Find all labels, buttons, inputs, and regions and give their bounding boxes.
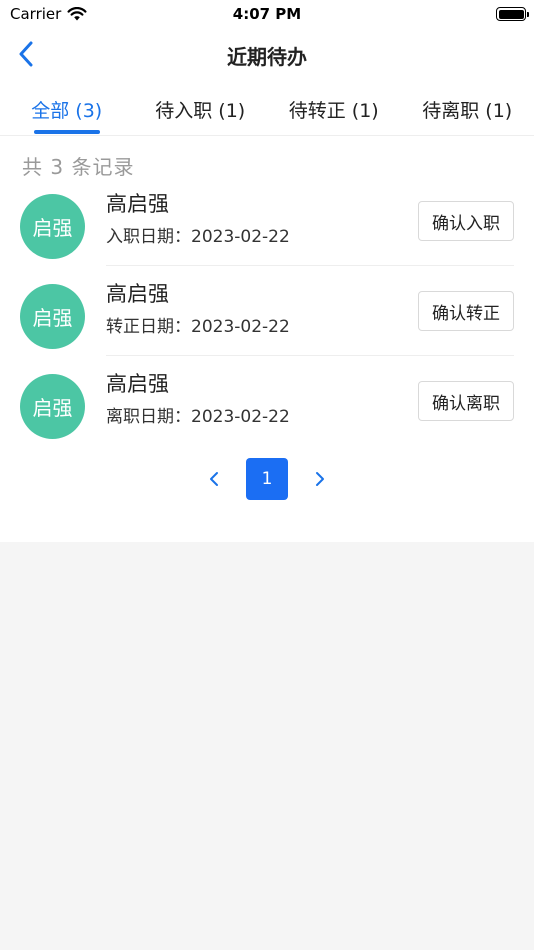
confirm-regularize-button[interactable]: 确认转正 bbox=[418, 291, 514, 331]
confirm-leave-button[interactable]: 确认离职 bbox=[418, 381, 514, 421]
avatar: 启强 bbox=[20, 194, 85, 259]
prev-page-button[interactable] bbox=[200, 458, 228, 500]
record-count: 共 3 条记录 bbox=[22, 155, 135, 179]
top-panel: Carrier 4:07 PM 近期待办 全部 (3) 待入职 (1) 待转正 … bbox=[0, 0, 534, 542]
tab-pending-confirm[interactable]: 待转正 (1) bbox=[267, 80, 401, 135]
battery-level bbox=[498, 9, 524, 19]
screen: Carrier 4:07 PM 近期待办 全部 (3) 待入职 (1) 待转正 … bbox=[0, 0, 534, 950]
page-title: 近期待办 bbox=[227, 45, 307, 69]
status-time: 4:07 PM bbox=[232, 5, 302, 23]
page-number-current[interactable]: 1 bbox=[246, 458, 288, 500]
tab-bar: 全部 (3) 待入职 (1) 待转正 (1) 待离职 (1) bbox=[0, 80, 534, 136]
chevron-left-icon bbox=[210, 472, 218, 486]
list-item: 启强 高启强 转正日期：2023-02-22 确认转正 bbox=[20, 265, 514, 364]
status-bar: Carrier 4:07 PM bbox=[0, 0, 534, 28]
list-item: 启强 高启强 入职日期：2023-02-22 确认入职 bbox=[20, 184, 514, 274]
tab-all[interactable]: 全部 (3) bbox=[0, 80, 134, 135]
battery-icon bbox=[496, 7, 529, 21]
avatar: 启强 bbox=[20, 374, 85, 439]
avatar: 启强 bbox=[20, 284, 85, 349]
todo-list: 启强 高启强 入职日期：2023-02-22 确认入职 启强 高启强 转正日期：… bbox=[0, 184, 534, 454]
confirm-onboard-button[interactable]: 确认入职 bbox=[418, 201, 514, 241]
chevron-right-icon bbox=[316, 472, 324, 486]
pagination: 1 bbox=[0, 454, 534, 542]
list-item: 启强 高启强 离职日期：2023-02-22 确认离职 bbox=[20, 355, 514, 454]
tab-pending-onboard[interactable]: 待入职 (1) bbox=[134, 80, 268, 135]
next-page-button[interactable] bbox=[306, 458, 334, 500]
tab-pending-leave[interactable]: 待离职 (1) bbox=[401, 80, 534, 135]
nav-bar: 近期待办 bbox=[0, 28, 534, 80]
